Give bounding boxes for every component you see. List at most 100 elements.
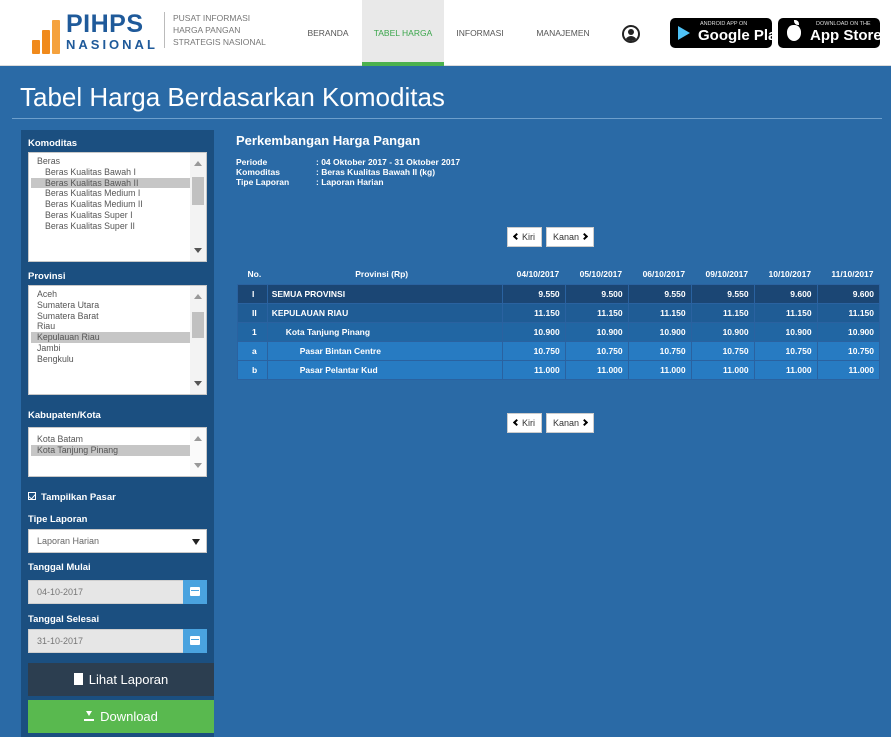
provinsi-items: Aceh Sumatera Utara Sumatera Barat Riau … [31, 289, 191, 365]
price-cell: 11.000 [564, 359, 629, 380]
logo-tagline: PUSAT INFORMASI HARGA PANGAN STRATEGIS N… [173, 12, 266, 48]
list-item[interactable]: Beras Kualitas Super I [31, 210, 191, 221]
meta-key: Komoditas [236, 167, 280, 177]
tipe-laporan-label: Tipe Laporan [28, 514, 88, 525]
provinsi-listbox[interactable]: Aceh Sumatera Utara Sumatera Barat Riau … [28, 285, 207, 395]
pihps-logo[interactable]: PIHPS NASIONAL [32, 10, 155, 54]
komoditas-listbox[interactable]: Beras Beras Kualitas Bawah I Beras Kuali… [28, 152, 207, 262]
tanggal-selesai-label: Tanggal Selesai [28, 614, 100, 625]
scroll-left-button[interactable]: Kiri [507, 413, 542, 433]
list-item-selected[interactable]: Kota Tanjung Pinang [31, 444, 191, 456]
list-item[interactable]: Bengkulu [31, 354, 191, 365]
filter-sidebar: Komoditas Beras Beras Kualitas Bawah I B… [21, 130, 214, 737]
tipe-laporan-select[interactable]: Laporan Harian [28, 529, 207, 553]
scroll-left-label: Kiri [522, 232, 535, 242]
price-cell: 11.150 [690, 302, 755, 323]
row-number: 1 [237, 321, 268, 342]
column-header: 09/10/2017 [705, 269, 749, 280]
list-item[interactable]: Beras Kualitas Medium II [31, 199, 191, 210]
caret-down-icon [192, 539, 200, 545]
column-header: Provinsi (Rp) [355, 269, 409, 280]
tanggal-selesai-field[interactable]: 31-10-2017 [28, 629, 207, 653]
column-header: 05/10/2017 [579, 269, 623, 280]
calendar-icon [190, 587, 200, 596]
nav-tabel-harga[interactable]: TABEL HARGA [362, 0, 444, 66]
scroll-up-icon[interactable] [194, 294, 202, 299]
price-cell: 10.900 [753, 321, 818, 342]
checkbox-checked-icon[interactable] [28, 492, 36, 500]
apple-icon [787, 20, 801, 41]
tampilkan-pasar-checkbox[interactable]: Tampilkan Pasar [28, 492, 116, 503]
price-cell: 9.500 [564, 283, 629, 304]
user-icon-head [628, 29, 634, 35]
list-item[interactable]: Kota Batam [31, 434, 191, 445]
nav-informasi[interactable]: INFORMASI [450, 0, 510, 66]
scroll-up-icon[interactable] [194, 161, 202, 166]
lihat-laporan-button[interactable]: Lihat Laporan [28, 663, 214, 696]
komoditas-items: Beras Beras Kualitas Bawah I Beras Kuali… [31, 156, 191, 232]
list-item[interactable]: Beras Kualitas Bawah I [31, 167, 191, 178]
price-cell: 10.750 [753, 340, 818, 361]
row-number: I [237, 283, 268, 304]
list-item[interactable]: Aceh [31, 289, 191, 300]
scroll-left-button[interactable]: Kiri [507, 227, 542, 247]
price-cell: 11.000 [816, 359, 881, 380]
logo-word-pihps: PIHPS [66, 10, 144, 38]
download-button[interactable]: Download [28, 700, 214, 733]
tanggal-mulai-field[interactable]: 04-10-2017 [28, 580, 207, 604]
row-number: b [237, 359, 268, 380]
list-item[interactable]: Beras Kualitas Super II [31, 221, 191, 232]
scroll-thumb[interactable] [192, 177, 204, 205]
pager-bottom: Kiri Kanan [507, 413, 595, 433]
column-header: No. [247, 269, 262, 280]
price-cell: 10.900 [501, 321, 566, 342]
scroll-down-icon[interactable] [194, 381, 202, 386]
app-store-badge[interactable]: Download on the App Store [778, 18, 882, 48]
google-play-badge[interactable]: ANDROID APP ON Google Play [670, 18, 785, 48]
chevron-right-icon [580, 418, 589, 427]
price-cell: 11.000 [627, 359, 692, 380]
calendar-button[interactable] [183, 580, 207, 604]
komoditas-scrollbar[interactable] [190, 153, 206, 261]
price-cell: 10.900 [690, 321, 755, 342]
tanggal-mulai-value: 04-10-2017 [37, 587, 84, 597]
scroll-left-label: Kiri [522, 418, 535, 428]
scroll-up-icon[interactable] [194, 436, 202, 441]
kabupaten-scrollbar[interactable] [190, 428, 206, 476]
row-name: Pasar Bintan Centre [266, 340, 503, 361]
column-header: 04/10/2017 [516, 269, 560, 280]
user-icon[interactable] [622, 25, 640, 43]
row-number: a [237, 340, 268, 361]
nav-manajemen[interactable]: MANAJEMEN [528, 0, 598, 66]
app-store-text: App Store [810, 27, 882, 44]
list-item[interactable]: Beras [31, 156, 191, 167]
calendar-button[interactable] [183, 629, 207, 653]
scroll-right-button[interactable]: Kanan [546, 413, 595, 433]
price-cell: 9.550 [627, 283, 692, 304]
scroll-thumb[interactable] [192, 312, 204, 338]
table-header-row: No. Provinsi (Rp) 04/10/2017 05/10/2017 … [238, 265, 880, 284]
kabupaten-listbox[interactable]: Kota Batam Kota Tanjung Pinang [28, 427, 207, 477]
komoditas-label: Komoditas [28, 138, 78, 149]
download-icon [84, 711, 95, 721]
list-item-selected[interactable]: Beras Kualitas Bawah II [31, 177, 191, 189]
scroll-down-icon[interactable] [194, 463, 202, 468]
nav-beranda[interactable]: BERANDA [296, 0, 360, 66]
calendar-icon [190, 636, 200, 645]
chevron-left-icon [512, 232, 521, 241]
list-item[interactable]: Riau [31, 321, 191, 332]
list-item[interactable]: Beras Kualitas Medium I [31, 188, 191, 199]
scroll-right-button[interactable]: Kanan [546, 227, 595, 247]
list-item[interactable]: Sumatera Utara [31, 300, 191, 311]
tagline-line: PUSAT INFORMASI [173, 13, 251, 23]
table-row: 1 Kota Tanjung Pinang 10.900 10.900 10.9… [237, 321, 881, 342]
list-item[interactable]: Sumatera Barat [31, 311, 191, 322]
scroll-down-icon[interactable] [194, 248, 202, 253]
provinsi-scrollbar[interactable] [190, 286, 206, 394]
list-item-selected[interactable]: Kepulauan Riau [31, 332, 191, 343]
price-cell: 11.150 [753, 302, 818, 323]
meta-value: : Beras Kualitas Bawah II (kg) [316, 167, 436, 177]
report-title: Perkembangan Harga Pangan [236, 133, 421, 148]
list-item[interactable]: Jambi [31, 343, 191, 354]
meta-komoditas: Komoditas : Beras Kualitas Bawah II (kg) [236, 167, 435, 177]
